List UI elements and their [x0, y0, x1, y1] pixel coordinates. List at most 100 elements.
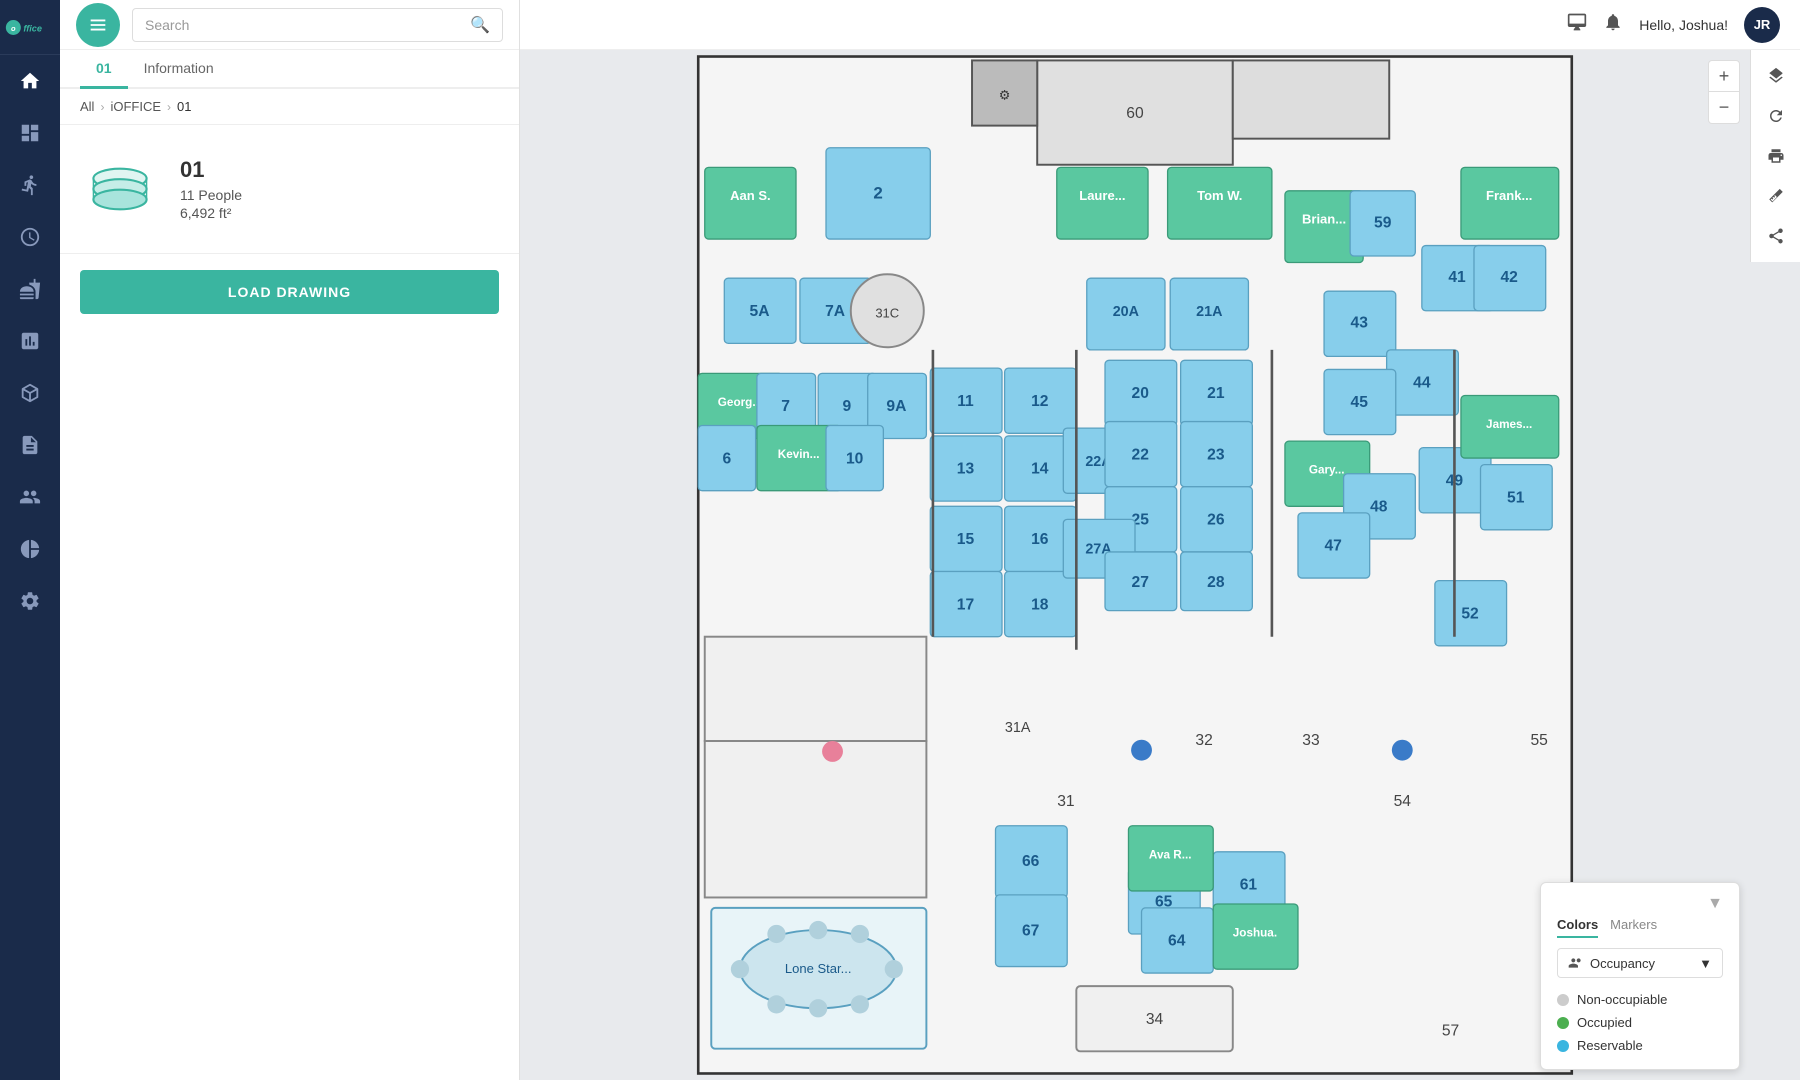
legend-dot-non-occupiable	[1557, 994, 1569, 1006]
top-bar: Hello, Joshua! JR	[520, 0, 1800, 50]
svg-text:7: 7	[781, 398, 790, 415]
sidebar-item-assets[interactable]	[0, 367, 60, 419]
zoom-out-button[interactable]: −	[1708, 92, 1740, 124]
svg-text:Lone Star...: Lone Star...	[785, 961, 852, 976]
svg-text:26: 26	[1207, 512, 1225, 529]
zoom-in-button[interactable]: +	[1708, 60, 1740, 92]
legend-label-reservable: Reservable	[1577, 1038, 1643, 1053]
dropdown-chevron-icon: ▼	[1699, 956, 1712, 971]
tab-01[interactable]: 01	[80, 50, 128, 89]
svg-text:41: 41	[1448, 269, 1466, 286]
colors-tabs: Colors Markers	[1557, 917, 1657, 938]
colors-tab-markers[interactable]: Markers	[1610, 917, 1657, 938]
sidebar-item-dashboard[interactable]	[0, 107, 60, 159]
breadcrumb-current: 01	[177, 99, 191, 114]
svg-text:66: 66	[1022, 853, 1040, 870]
svg-text:15: 15	[957, 531, 975, 548]
svg-text:23: 23	[1207, 446, 1225, 463]
zoom-controls: + −	[1708, 60, 1740, 124]
floor-name: 01	[180, 157, 499, 183]
breadcrumb-all[interactable]: All	[80, 99, 94, 114]
sidebar-item-team[interactable]	[0, 471, 60, 523]
svg-text:9: 9	[843, 398, 852, 415]
right-tool-refresh[interactable]	[1756, 98, 1796, 134]
breadcrumb-sep-1: ›	[100, 100, 104, 114]
svg-text:21A: 21A	[1196, 304, 1222, 320]
sidebar-item-schedule[interactable]	[0, 211, 60, 263]
svg-text:61: 61	[1240, 877, 1258, 894]
svg-text:18: 18	[1031, 596, 1049, 613]
sidebar-item-food[interactable]	[0, 263, 60, 315]
svg-text:14: 14	[1031, 461, 1049, 478]
search-magnifier-icon: 🔍	[470, 15, 490, 35]
legend-item-occupied: Occupied	[1557, 1011, 1723, 1034]
svg-text:60: 60	[1126, 105, 1144, 122]
sidebar-item-reports[interactable]	[0, 419, 60, 471]
floor-info: 01 11 People 6,492 ft²	[60, 125, 519, 254]
svg-text:James...: James...	[1486, 418, 1532, 431]
floor-area: 6,492 ft²	[180, 205, 499, 221]
svg-text:55: 55	[1530, 732, 1548, 749]
search-tabs: 01 Information	[60, 50, 519, 89]
right-tool-layers[interactable]	[1756, 58, 1796, 94]
svg-text:Frank...: Frank...	[1486, 188, 1532, 203]
svg-text:51: 51	[1507, 489, 1525, 506]
svg-text:12: 12	[1031, 393, 1049, 410]
floor-people: 11 People	[180, 187, 499, 203]
svg-text:Tom W.: Tom W.	[1197, 188, 1242, 203]
svg-text:Kevin...: Kevin...	[778, 448, 820, 461]
svg-text:44: 44	[1413, 375, 1431, 392]
svg-text:28: 28	[1207, 574, 1225, 591]
svg-text:31: 31	[1057, 793, 1074, 810]
user-avatar[interactable]: JR	[1744, 7, 1780, 43]
svg-text:31C: 31C	[875, 305, 899, 320]
search-icon-circle	[76, 3, 120, 47]
right-tool-share[interactable]	[1756, 218, 1796, 254]
legend-list: Non-occupiable Occupied Reservable	[1557, 988, 1723, 1057]
svg-text:31A: 31A	[1005, 720, 1031, 736]
search-input-container[interactable]: 🔍	[132, 8, 503, 42]
bell-icon[interactable]	[1603, 12, 1623, 37]
legend-label-occupied: Occupied	[1577, 1015, 1632, 1030]
colors-panel-collapse[interactable]: ▼	[1707, 895, 1723, 913]
svg-text:20: 20	[1132, 385, 1150, 402]
svg-text:Brian...: Brian...	[1302, 211, 1346, 226]
search-panel: 🔍 01 Information All › iOFFICE › 01 01 1…	[60, 0, 520, 1080]
sidebar-item-pie-chart[interactable]	[0, 523, 60, 575]
colors-panel-header: Colors Markers	[1557, 917, 1723, 938]
occupancy-dropdown[interactable]: Occupancy ▼	[1557, 948, 1723, 978]
right-tool-print[interactable]	[1756, 138, 1796, 174]
search-input[interactable]	[145, 17, 470, 33]
svg-text:Georg...: Georg...	[718, 396, 762, 409]
search-panel-topbar: 🔍	[60, 0, 519, 50]
svg-text:45: 45	[1351, 394, 1369, 411]
monitor-icon[interactable]	[1567, 12, 1587, 37]
legend-item-reservable: Reservable	[1557, 1034, 1723, 1057]
svg-text:22: 22	[1132, 446, 1150, 463]
svg-text:32: 32	[1195, 732, 1212, 749]
svg-text:Joshua.: Joshua.	[1233, 927, 1277, 940]
right-toolbar	[1750, 50, 1800, 262]
svg-text:11: 11	[957, 393, 974, 410]
svg-text:43: 43	[1351, 315, 1369, 332]
breadcrumb-ioffice[interactable]: iOFFICE	[110, 99, 161, 114]
sidebar-item-analytics[interactable]	[0, 315, 60, 367]
svg-text:48: 48	[1370, 499, 1388, 516]
svg-text:33: 33	[1302, 732, 1319, 749]
sidebar-item-settings[interactable]	[0, 575, 60, 627]
svg-text:9A: 9A	[886, 398, 906, 415]
app-logo[interactable]: o ffice	[0, 0, 60, 55]
greeting-text: Hello, Joshua!	[1639, 17, 1728, 33]
sidebar: o ffice	[0, 0, 60, 1080]
occupancy-dropdown-label: Occupancy	[1590, 956, 1655, 971]
svg-text:Ava R...: Ava R...	[1149, 848, 1192, 861]
sidebar-item-home[interactable]	[0, 55, 60, 107]
svg-text:67: 67	[1022, 922, 1039, 939]
svg-text:6: 6	[723, 450, 732, 467]
sidebar-item-people[interactable]	[0, 159, 60, 211]
colors-tab-colors[interactable]: Colors	[1557, 917, 1598, 938]
svg-text:10: 10	[846, 450, 864, 467]
load-drawing-button[interactable]: LOAD DRAWING	[80, 270, 499, 314]
right-tool-ruler[interactable]	[1756, 178, 1796, 214]
tab-information[interactable]: Information	[128, 50, 230, 89]
